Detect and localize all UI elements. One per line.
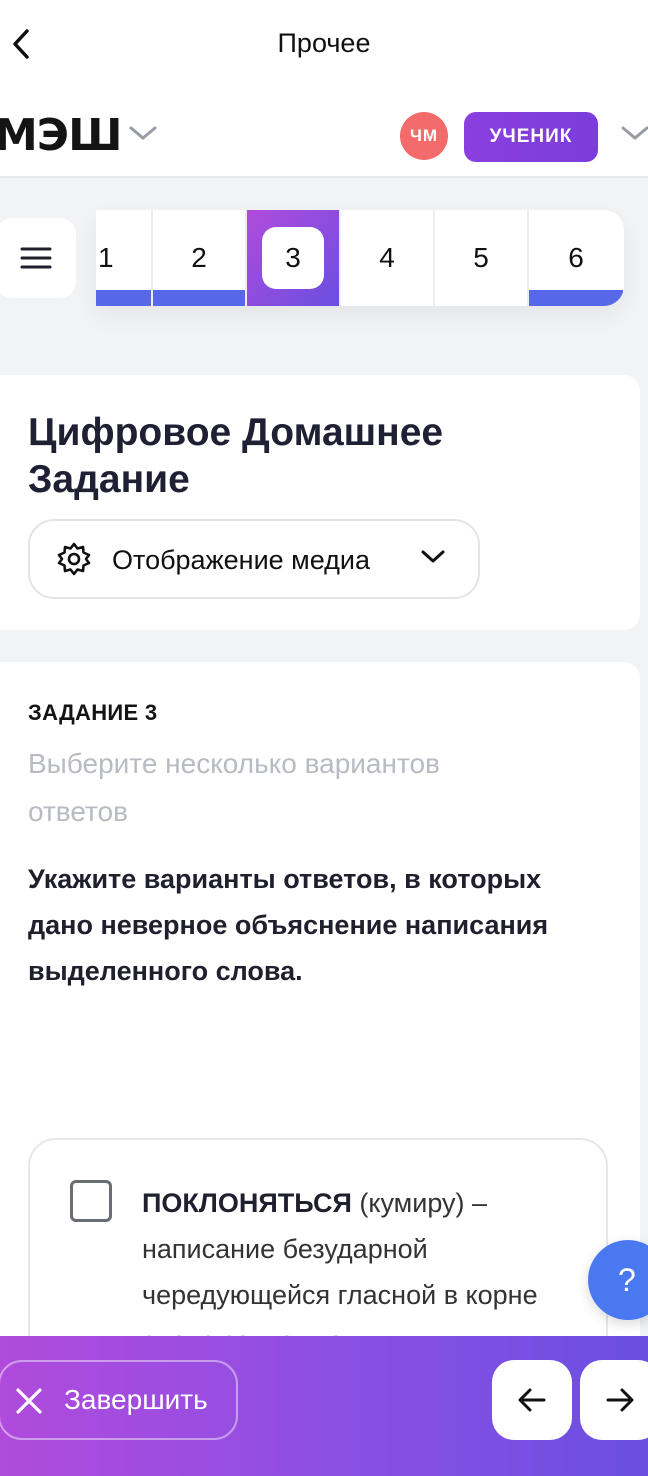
tab-label: 1 (98, 242, 114, 273)
answered-indicator (529, 290, 623, 306)
menu-button[interactable] (0, 218, 76, 298)
homework-card: Цифровое Домашнее Задание Отображение ме… (0, 375, 640, 630)
tab-label: 6 (568, 242, 584, 273)
tab-label: 2 (191, 242, 207, 273)
task-hint: Выберите несколько вариантов ответов (28, 748, 440, 827)
media-display-select[interactable]: Отображение медиа (28, 519, 480, 599)
task-tab-2[interactable]: 2 (153, 210, 247, 306)
task-tab-6[interactable]: 6 (529, 210, 623, 306)
finish-button[interactable]: Завершить (0, 1360, 238, 1440)
top-nav-bar: Прочее (0, 0, 648, 88)
answered-indicator (96, 290, 151, 306)
media-select-label: Отображение медиа (112, 545, 371, 575)
hamburger-icon (20, 247, 52, 269)
page-title: Прочее (277, 28, 371, 58)
bottom-bar: Завершить (0, 1336, 648, 1476)
task-number: ЗАДАНИЕ 3 (28, 700, 158, 725)
chevron-down-icon[interactable] (620, 124, 648, 142)
answered-indicator (153, 290, 245, 306)
chevron-down-icon (421, 550, 445, 563)
task-tab-5[interactable]: 5 (435, 210, 529, 306)
next-task-button[interactable] (580, 1360, 648, 1440)
task-tab-4[interactable]: 4 (341, 210, 435, 306)
avatar[interactable]: ЧМ (400, 112, 448, 160)
arrow-left-icon (518, 1388, 546, 1412)
finish-label: Завершить (64, 1384, 208, 1415)
app-header: МЭШ ЧМ УЧЕНИК (0, 88, 648, 178)
role-badge[interactable]: УЧЕНИК (464, 112, 598, 162)
mesh-logo[interactable]: МЭШ (0, 110, 122, 161)
tab-label: 4 (379, 242, 395, 273)
close-icon (16, 1388, 42, 1414)
task-tab-3[interactable]: 3 (247, 210, 341, 306)
gear-icon (57, 542, 91, 576)
active-tab-box: 3 (262, 227, 324, 289)
option-word: ПОКЛОНЯТЬСЯ (142, 1188, 352, 1218)
tab-label: 5 (473, 242, 489, 273)
task-tab-1[interactable]: 1 (96, 210, 153, 306)
task-card: ЗАДАНИЕ 3 Выберите несколько вариантов о… (0, 662, 640, 1422)
tab-label: 3 (285, 242, 301, 273)
arrow-right-icon (606, 1388, 634, 1412)
homework-title: Цифровое Домашнее Задание (28, 411, 444, 501)
task-question: Укажите варианты ответов, в которых дано… (28, 864, 549, 986)
previous-task-button[interactable] (492, 1360, 572, 1440)
task-tabs: 1 2 3 4 5 6 (96, 210, 624, 306)
chevron-down-icon[interactable] (128, 124, 158, 142)
option-checkbox[interactable] (70, 1180, 112, 1222)
